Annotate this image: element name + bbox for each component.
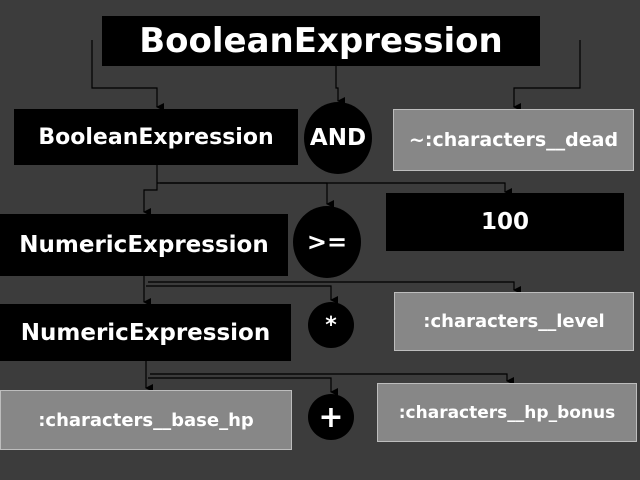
dead-literal-node: ~:characters__dead (393, 109, 634, 171)
hp-bonus-literal-label: :characters__hp_bonus (398, 402, 616, 423)
plus-operator-node: + (308, 394, 354, 440)
plus-operator-label: + (318, 399, 344, 435)
edge-num1-to-mul (146, 285, 338, 304)
root-boolean-expression-node: BooleanExpression (102, 16, 540, 66)
and-operator-node: AND (304, 102, 372, 174)
edge-bool-to-ge (157, 182, 334, 208)
hundred-literal-node: 100 (386, 193, 624, 251)
left-boolean-label: BooleanExpression (38, 124, 274, 150)
level-literal-label: :characters__level (423, 311, 605, 332)
ge-operator-node: >= (293, 206, 361, 278)
multiply-operator-node: * (308, 302, 354, 348)
and-operator-label: AND (309, 125, 367, 151)
numeric-expression-node-1: NumericExpression (0, 214, 288, 276)
left-boolean-expression-node: BooleanExpression (14, 109, 298, 165)
base-hp-literal-label: :characters__base_hp (38, 409, 254, 431)
dead-literal-label: ~:characters__dead (408, 129, 619, 151)
level-literal-node: :characters__level (394, 292, 634, 351)
hundred-literal-label: 100 (480, 209, 529, 235)
edge-bool-to-100 (160, 182, 512, 196)
ge-operator-label: >= (306, 228, 348, 256)
base-hp-literal-node: :characters__base_hp (0, 390, 292, 450)
numeric-expression-label-1: NumericExpression (19, 232, 269, 258)
edge-bool-to-num1 (143, 165, 158, 216)
numeric-expression-label-2: NumericExpression (20, 319, 271, 346)
numeric-expression-node-2: NumericExpression (0, 304, 291, 361)
edge-root-to-and (335, 66, 345, 105)
hp-bonus-literal-node: :characters__hp_bonus (377, 383, 637, 442)
root-label: BooleanExpression (139, 21, 503, 61)
multiply-operator-label: * (325, 312, 337, 338)
